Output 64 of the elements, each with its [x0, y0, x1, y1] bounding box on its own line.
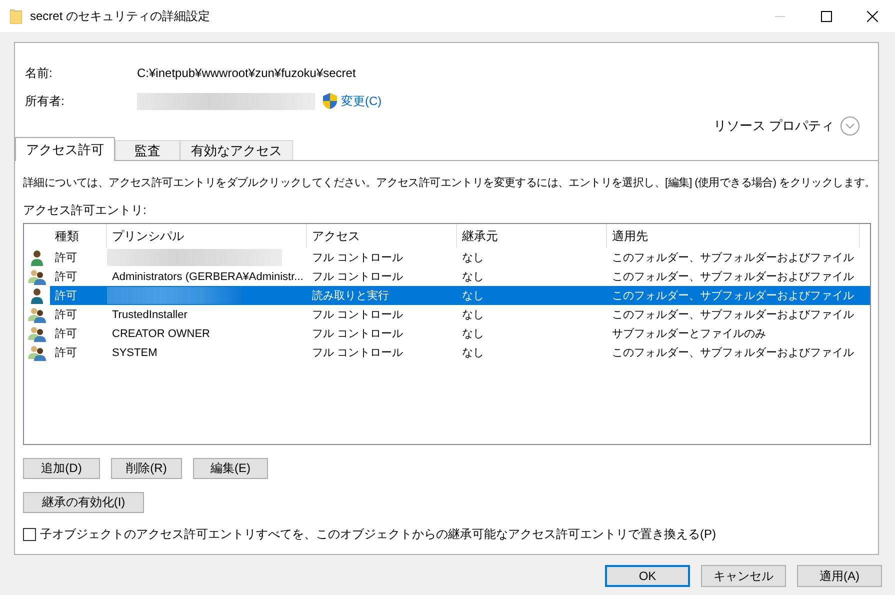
column-header[interactable]: 継承元	[457, 224, 607, 248]
table-row[interactable]: 許可 Administrators (GERBERA¥Administr... フル コントロール なし このフォルダー、サブフォルダーおよびファイル	[24, 267, 870, 286]
table-cell-text: なし	[461, 308, 485, 323]
close-icon[interactable]	[866, 10, 878, 22]
entries-label: アクセス許可エントリ:	[23, 202, 148, 219]
table-cell-text: なし	[461, 251, 485, 266]
table-cell-text: 許可	[54, 289, 78, 304]
table-cell-text: 許可	[54, 346, 78, 361]
resource-properties-label: リソース プロパティ	[713, 117, 834, 135]
owner-label: 所有者:	[25, 92, 66, 110]
table-cell-text: フル コントロール	[311, 308, 404, 323]
name-label: 名前:	[25, 64, 54, 82]
folder-icon	[10, 8, 22, 24]
table-cell-text: Administrators (GERBERA¥Administr...	[111, 270, 304, 284]
table-row[interactable]: 許可 CREATOR OWNER フル コントロール なし サブフォルダーとファイルのみ	[24, 324, 870, 343]
checkbox-label: 子オブジェクトのアクセス許可エントリすべてを、このオブジェクトからの継承可能なアクセス許可エントリで置き換える(P)	[40, 526, 716, 543]
table-cell-text: CREATOR OWNER	[111, 326, 211, 342]
table-cell-text: なし	[461, 346, 485, 361]
column-header[interactable]: プリンシパル	[107, 224, 307, 248]
table-row[interactable]: 許可 SYSTEM フル コントロール なし このフォルダー、サブフォルダーおよびファイル	[24, 343, 870, 362]
table-cell-text: このフォルダー、サブフォルダーおよびファイル	[611, 288, 855, 304]
table-cell-text: SYSTEM	[111, 346, 158, 360]
table-cell-text: フル コントロール	[311, 327, 404, 342]
instructions-text: 詳細については、アクセス許可エントリをダブルクリックしてください。アクセス許可エントリを変更するには、エントリを選択し、[編集] (使用できる場合) をクリックします。	[23, 176, 876, 190]
dialog-button[interactable]: 適用(A)	[797, 565, 882, 587]
table-cell-text: なし	[461, 289, 485, 304]
table-cell-text: フル コントロール	[311, 346, 404, 361]
enable-inheritance-button[interactable]: 継承の有効化(I)	[23, 492, 144, 513]
folder-path: C:¥inetpub¥wwwroot¥zun¥fuzoku¥secret	[137, 66, 356, 80]
selected-row[interactable]: 許可 読み取りと実行 なし このフォルダー、サブフォルダーおよびファイル	[24, 286, 870, 305]
column-header[interactable]: アクセス	[307, 224, 457, 248]
table-cell-text: このフォルダー、サブフォルダーおよびファイル	[611, 270, 855, 285]
table-cell-text: このフォルダー、サブフォルダーおよびファイル	[611, 250, 855, 266]
table-cell-text: サブフォルダーとファイルのみ	[611, 326, 767, 342]
dialog-button[interactable]: キャンセル	[701, 565, 786, 587]
entry-button[interactable]: 編集(E)	[193, 458, 268, 479]
table-cell-text: 読み取りと実行	[311, 288, 390, 304]
table-cell-text: TrustedInstaller	[111, 308, 188, 322]
change-link[interactable]: 変更(C)	[341, 92, 382, 110]
table-cell-text: 許可	[54, 251, 78, 266]
table-row[interactable]: 許可 フル コントロール なし このフォルダー、サブフォルダーおよびファイル	[24, 248, 870, 267]
chevron-down-icon[interactable]	[840, 116, 860, 136]
tab[interactable]: 有効なアクセス	[180, 140, 293, 160]
column-header[interactable]: 適用先	[607, 224, 860, 248]
checkbox[interactable]	[23, 528, 36, 541]
table-cell-text: なし	[461, 270, 485, 285]
tab[interactable]: アクセス許可	[15, 137, 115, 161]
entry-button[interactable]: 追加(D)	[23, 458, 100, 479]
table-cell-text: フル コントロール	[311, 251, 404, 266]
entry-button[interactable]: 削除(R)	[111, 458, 182, 479]
table-cell-text: このフォルダー、サブフォルダーおよびファイル	[611, 308, 855, 323]
table-cell-text: このフォルダー、サブフォルダーおよびファイル	[611, 346, 855, 361]
shield-icon	[323, 93, 337, 109]
table-cell-text: なし	[461, 327, 485, 342]
table-cell-text: 許可	[54, 308, 78, 323]
dialog-button[interactable]: OK	[605, 565, 690, 587]
maximize-icon[interactable]	[820, 10, 832, 22]
table-row[interactable]: 許可 TrustedInstaller フル コントロール なし このフォルダー、サブフォルダーおよびファイル	[24, 305, 870, 324]
tab[interactable]: 監査	[115, 140, 180, 160]
table-cell-text: 許可	[54, 327, 78, 342]
window-title: secret のセキュリティの詳細設定	[30, 8, 210, 24]
table-cell-text: フル コントロール	[311, 270, 404, 285]
column-header[interactable]: 種類	[50, 224, 107, 248]
table-cell-text: 許可	[54, 270, 78, 285]
